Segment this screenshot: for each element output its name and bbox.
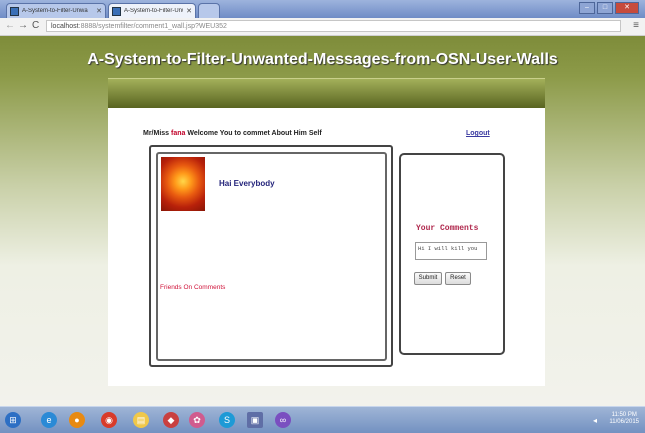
logout-link[interactable]: Logout (466, 130, 490, 137)
reload-icon[interactable]: C (32, 20, 39, 31)
paint-icon[interactable]: ✿ (189, 412, 205, 428)
post-text: Hai Everybody (219, 179, 275, 188)
submit-button[interactable]: Submit (414, 272, 442, 285)
browser-tab-strip: A-System-to-Filter-Unwa ✕ A-System-to-Fi… (0, 0, 645, 18)
username: fana (171, 130, 186, 137)
new-tab-button[interactable] (198, 3, 220, 18)
close-tab-icon[interactable]: ✕ (93, 7, 105, 15)
forward-arrow-icon[interactable]: → (18, 20, 28, 31)
url-host: localhost (51, 23, 79, 30)
ie-icon[interactable]: e (41, 412, 57, 428)
back-arrow-icon[interactable]: ← (5, 20, 15, 31)
comment-panel: Your Comments Hi I will kill you Submit … (399, 153, 505, 355)
welcome-prefix: Mr/Miss (143, 130, 172, 137)
start-icon[interactable]: ⊞ (5, 412, 21, 428)
window-icon[interactable]: ▣ (247, 412, 263, 428)
page-favicon-icon (10, 6, 19, 16)
friends-comments-label: Friends On Comments (160, 284, 226, 291)
tab-1[interactable]: A-System-to-Filter-Unwa ✕ (6, 3, 106, 18)
main-content: Mr/Miss fana Welcome You to commet About… (108, 108, 545, 386)
browser-menu-icon[interactable]: ≡ (633, 20, 639, 31)
skype-icon[interactable]: S (219, 412, 235, 428)
maximize-icon[interactable]: □ (597, 2, 613, 14)
url-input[interactable]: localhost:8888/systemfilter/comment1_wal… (46, 20, 621, 32)
welcome-text: Welcome You to commet About Him Self (185, 130, 322, 137)
visual-studio-icon[interactable]: ∞ (275, 412, 291, 428)
minimize-icon[interactable]: – (579, 2, 595, 14)
comments-title: Your Comments (416, 224, 479, 233)
tab-2-label: A-System-to-Filter-Unwa (124, 8, 184, 14)
tab-1-label: A-System-to-Filter-Unwa (22, 8, 88, 14)
reset-button[interactable]: Reset (445, 272, 471, 285)
system-clock[interactable]: 11:50 PM 11/06/2015 (609, 412, 639, 426)
media-icon[interactable]: ● (69, 412, 85, 428)
close-window-icon[interactable]: ✕ (615, 2, 639, 14)
comment-textarea[interactable]: Hi I will kill you (415, 242, 487, 260)
folder-icon[interactable]: ▤ (133, 412, 149, 428)
clock-date: 11/06/2015 (609, 419, 639, 425)
app-icon[interactable]: ◆ (163, 412, 179, 428)
page-favicon-icon (112, 6, 121, 16)
site-title: A-System-to-Filter-Unwanted-Messages-fro… (87, 51, 558, 68)
chrome-icon[interactable]: ◉ (101, 412, 117, 428)
tab-2[interactable]: A-System-to-Filter-Unwa ✕ (108, 3, 196, 18)
welcome-message: Mr/Miss fana Welcome You to commet About… (143, 130, 322, 137)
web-page: A-System-to-Filter-Unwanted-Messages-fro… (0, 36, 645, 406)
wall-post-panel: Hai Everybody Friends On Comments (149, 145, 393, 367)
taskbar: ⊞ e ● ◉ ▤ ◆ ✿ S ▣ ∞ ◂ 11:50 PM 11/06/201… (0, 406, 645, 433)
volume-icon[interactable]: ◂ (593, 416, 597, 425)
user-avatar (161, 157, 205, 211)
url-path: :8888/systemfilter/comment1_wall.jsp?WEU… (78, 23, 227, 30)
header-banner (108, 78, 545, 109)
close-tab-icon[interactable]: ✕ (183, 7, 195, 15)
window-controls: – □ ✕ (579, 2, 639, 14)
clock-time: 11:50 PM (611, 412, 637, 418)
address-bar: ← → C localhost:8888/systemfilter/commen… (0, 18, 645, 36)
wall-post-inner: Hai Everybody Friends On Comments (156, 152, 387, 361)
